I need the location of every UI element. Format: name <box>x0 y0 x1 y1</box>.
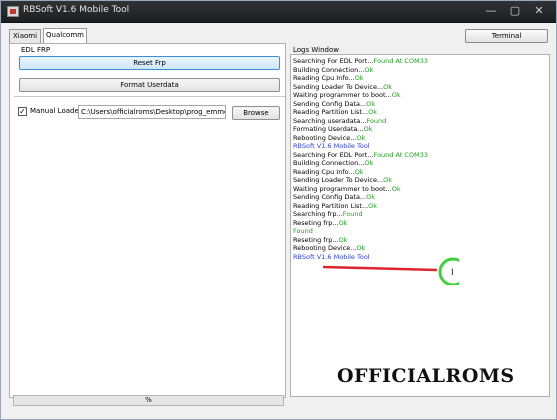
log-text: Reseting frp... <box>293 235 339 244</box>
maximize-button[interactable]: ▢ <box>507 4 523 18</box>
log-status: Ok <box>364 159 374 167</box>
log-text: Sending Config Data... <box>293 99 367 108</box>
format-userdata-button[interactable]: Format Userdata <box>19 78 280 92</box>
log-line: Reading Partition List...Ok <box>293 202 377 210</box>
log-status: Ok <box>366 99 376 108</box>
log-status: Ok <box>391 184 401 193</box>
log-text: Searching frp... <box>293 210 343 218</box>
log-text: Building Connection... <box>293 65 365 74</box>
log-line: Reseting frp...Ok <box>293 219 347 227</box>
log-text: Reading Partition List... <box>293 108 369 116</box>
log-text: Waiting programmer to boot... <box>293 91 392 99</box>
browse-button[interactable]: Browse <box>232 106 280 120</box>
log-line: Rebooting Device...Ok <box>293 134 365 142</box>
app-icon <box>7 6 19 17</box>
group-divider <box>14 96 285 97</box>
log-line: Reading Partition List...Ok <box>293 108 377 116</box>
log-line: Waiting programmer to boot...Ok <box>293 185 401 193</box>
log-status: Ok <box>338 235 348 244</box>
log-line: Building Connection...Ok <box>293 66 373 74</box>
log-line: Waiting programmer to boot...Ok <box>293 91 401 99</box>
log-line: Searching For EDL Port...Found At COM33 <box>293 57 428 65</box>
log-status: Ok <box>354 74 364 82</box>
log-text: Sending Loader To Device... <box>293 82 384 91</box>
log-status: Found At COM33 <box>373 57 428 65</box>
log-status: Ok <box>338 218 348 227</box>
log-line: Sending Loader To Device...Ok <box>293 176 392 184</box>
log-status: Found <box>342 210 363 218</box>
manual-loader-label: Manual Loader <box>30 107 82 115</box>
svg-text:I: I <box>451 268 454 278</box>
log-text: Searching useradata... <box>293 116 367 125</box>
loader-path-input[interactable]: C:\Users\officialroms\Desktop\prog_emmc_… <box>78 105 226 119</box>
tab-qualcomm[interactable]: Qualcomm <box>43 28 87 43</box>
log-status: Ok <box>354 167 364 176</box>
log-text: Searching For EDL Port... <box>293 150 374 159</box>
log-text: Sending Loader To Device... <box>293 176 384 184</box>
log-text: Waiting programmer to boot... <box>293 184 392 193</box>
progress-bar: % <box>13 395 284 406</box>
reset-frp-button[interactable]: Reset Frp <box>19 56 280 70</box>
log-status: Found At COM33 <box>373 150 428 159</box>
log-status: Ok <box>356 244 366 252</box>
log-status: Ok <box>368 201 378 210</box>
log-status: Ok <box>364 65 374 74</box>
progress-label: % <box>145 396 152 404</box>
log-status: Found <box>366 116 387 125</box>
log-text: Searching For EDL Port... <box>293 57 374 65</box>
window-title: RBSoft V1.6 Mobile Tool <box>23 5 130 15</box>
log-line: Reading Cpu Info...Ok <box>293 74 364 82</box>
log-line: Found <box>293 227 313 235</box>
log-text: RBSoft V1.6 Mobile Tool <box>293 142 370 150</box>
log-status: Ok <box>363 125 373 133</box>
app-window: RBSoft V1.6 Mobile Tool — ▢ ✕ Xiaomi Qua… <box>0 0 557 420</box>
edl-frp-group-label: EDL FRP <box>21 46 51 54</box>
annotation-arrow-icon: I <box>322 257 459 285</box>
manual-loader-checkbox[interactable]: ✓ <box>18 107 27 116</box>
logs-window[interactable]: Searching For EDL Port...Found At COM33 B… <box>290 54 550 397</box>
log-line: Building Connection...Ok <box>293 159 373 167</box>
log-line: Reseting frp...Ok <box>293 236 347 244</box>
close-button[interactable]: ✕ <box>531 4 547 18</box>
log-line: Reading Cpu Info...Ok <box>293 168 364 176</box>
log-line: Sending Config Data...Ok <box>293 100 375 108</box>
log-text: Reseting frp... <box>293 218 339 227</box>
log-status: Ok <box>368 108 378 116</box>
log-status: Ok <box>383 176 393 184</box>
log-text: Rebooting Device... <box>293 133 357 142</box>
log-line: Searching useradata...Found <box>293 117 386 125</box>
log-status: Ok <box>383 82 393 91</box>
watermark: OFFICIALROMS <box>337 365 515 387</box>
tab-xiaomi[interactable]: Xiaomi <box>9 29 41 43</box>
log-text: Rebooting Device... <box>293 244 357 252</box>
log-text: Building Connection... <box>293 159 365 167</box>
log-text: Reading Partition List... <box>293 201 369 210</box>
log-status: Ok <box>366 193 376 201</box>
log-line: Formating Userdata...Ok <box>293 125 372 133</box>
log-text: Formating Userdata... <box>293 125 364 133</box>
log-status: Ok <box>356 133 366 142</box>
title-bar[interactable]: RBSoft V1.6 Mobile Tool — ▢ ✕ <box>1 1 556 23</box>
log-line: Sending Loader To Device...Ok <box>293 83 392 91</box>
terminal-button[interactable]: Terminal <box>465 29 548 43</box>
logs-window-label: Logs Window <box>293 46 339 54</box>
log-text: Reading Cpu Info... <box>293 167 355 176</box>
log-text: Found <box>293 227 313 235</box>
log-line: Searching frp...Found <box>293 210 363 218</box>
log-status: Ok <box>391 91 401 99</box>
minimize-button[interactable]: — <box>483 4 499 18</box>
log-line: Searching For EDL Port...Found At COM33 <box>293 151 428 159</box>
log-text: Sending Config Data... <box>293 193 367 201</box>
log-line: Rebooting Device...Ok <box>293 244 365 252</box>
log-line: Sending Config Data...Ok <box>293 193 375 201</box>
log-text: Reading Cpu Info... <box>293 74 355 82</box>
log-line: RBSoft V1.6 Mobile Tool <box>293 142 370 150</box>
